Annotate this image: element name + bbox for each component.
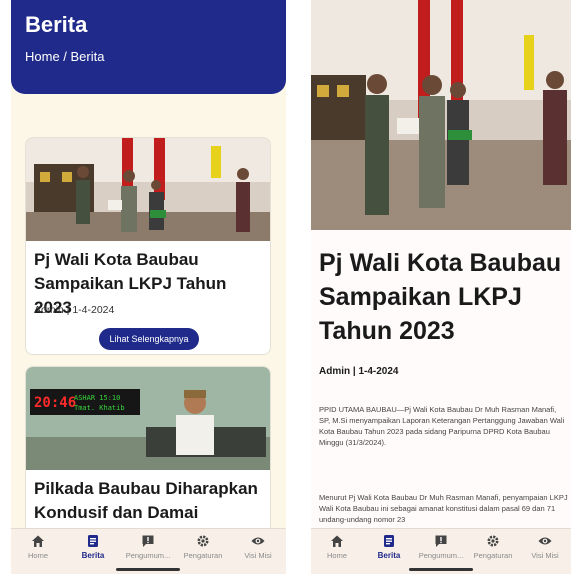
announcement-icon: [435, 535, 447, 547]
nav-label: Berita: [81, 551, 105, 560]
news-icon: [384, 535, 394, 547]
news-card[interactable]: Pj Wali Kota Baubau Sampaikan LKPJ Tahun…: [25, 137, 271, 355]
nav-item-home[interactable]: Home: [11, 534, 65, 560]
home-icon: [32, 535, 44, 547]
nav-item-visi-misi[interactable]: Visi Misi: [231, 534, 285, 560]
nav-label: Visi Misi: [244, 551, 272, 560]
eye-icon: [251, 537, 265, 545]
nav-label: Pengumum...: [418, 551, 464, 560]
nav-label: Pengaturan: [473, 551, 513, 560]
eye-icon: [538, 537, 552, 545]
led-text: ASHAR 15:10: [74, 394, 120, 402]
nav-item-pengaturan[interactable]: Pengaturan: [467, 534, 519, 560]
nav-item-home[interactable]: Home: [311, 534, 363, 560]
nav-item-pengumuman[interactable]: Pengumum...: [121, 534, 175, 560]
read-more-button[interactable]: Lihat Selengkapnya: [99, 328, 199, 350]
article-meta: Admin | 1-4-2024: [319, 366, 399, 377]
nav-label: Visi Misi: [531, 551, 559, 560]
led-text-2: Tmat. Khatib: [74, 404, 125, 412]
nav-item-berita[interactable]: Berita: [363, 534, 415, 560]
breadcrumb[interactable]: Home / Berita: [25, 49, 104, 64]
news-icon: [88, 535, 98, 547]
gesture-bar[interactable]: [409, 568, 473, 571]
article-paragraph: PPID UTAMA BAUBAU—Pj Wali Kota Baubau Dr…: [319, 405, 565, 447]
led-time: 20:46: [34, 395, 76, 411]
news-card[interactable]: 20:46 ASHAR 15:10 Tmat. Khatib Pilkada B…: [25, 366, 271, 541]
home-icon: [331, 535, 343, 547]
page-title: Berita: [25, 12, 88, 37]
nav-label: Home: [326, 551, 347, 560]
bottom-navigation: Home Berita Pengumum... Pengaturan Visi …: [311, 528, 571, 574]
nav-item-pengumuman[interactable]: Pengumum...: [415, 534, 467, 560]
nav-label: Pengumum...: [125, 551, 171, 560]
announcement-icon: [142, 535, 154, 547]
bottom-navigation: Home Berita Pengumum... Pengaturan Visi …: [11, 528, 286, 574]
app-header: Berita Home / Berita: [11, 0, 286, 94]
news-list-screen: Berita Home / Berita Pj Wali Kota Baubau…: [11, 0, 286, 574]
news-detail-screen: Pj Wali Kota Baubau Sampaikan LKPJ Tahun…: [311, 0, 571, 574]
article-title: Pj Wali Kota Baubau Sampaikan LKPJ Tahun…: [319, 249, 562, 345]
gear-icon: [197, 535, 209, 547]
news-detail-photo: [311, 0, 571, 230]
nav-item-pengaturan[interactable]: Pengaturan: [176, 534, 230, 560]
news-photo: [26, 138, 270, 241]
news-title[interactable]: Pilkada Baubau Diharapkan Kondusif dan D…: [34, 477, 266, 525]
gesture-bar[interactable]: [116, 568, 180, 571]
nav-label: Pengaturan: [183, 551, 223, 560]
news-meta: Admin | 1-4-2024: [34, 304, 115, 316]
nav-label: Berita: [377, 551, 401, 560]
nav-label: Home: [27, 551, 48, 560]
gear-icon: [487, 535, 499, 547]
nav-item-berita[interactable]: Berita: [66, 534, 120, 560]
article-paragraph: Menurut Pj Wali Kota Baubau Dr Muh Rasma…: [319, 493, 568, 524]
news-photo: 20:46 ASHAR 15:10 Tmat. Khatib: [26, 367, 270, 470]
nav-item-visi-misi[interactable]: Visi Misi: [519, 534, 571, 560]
